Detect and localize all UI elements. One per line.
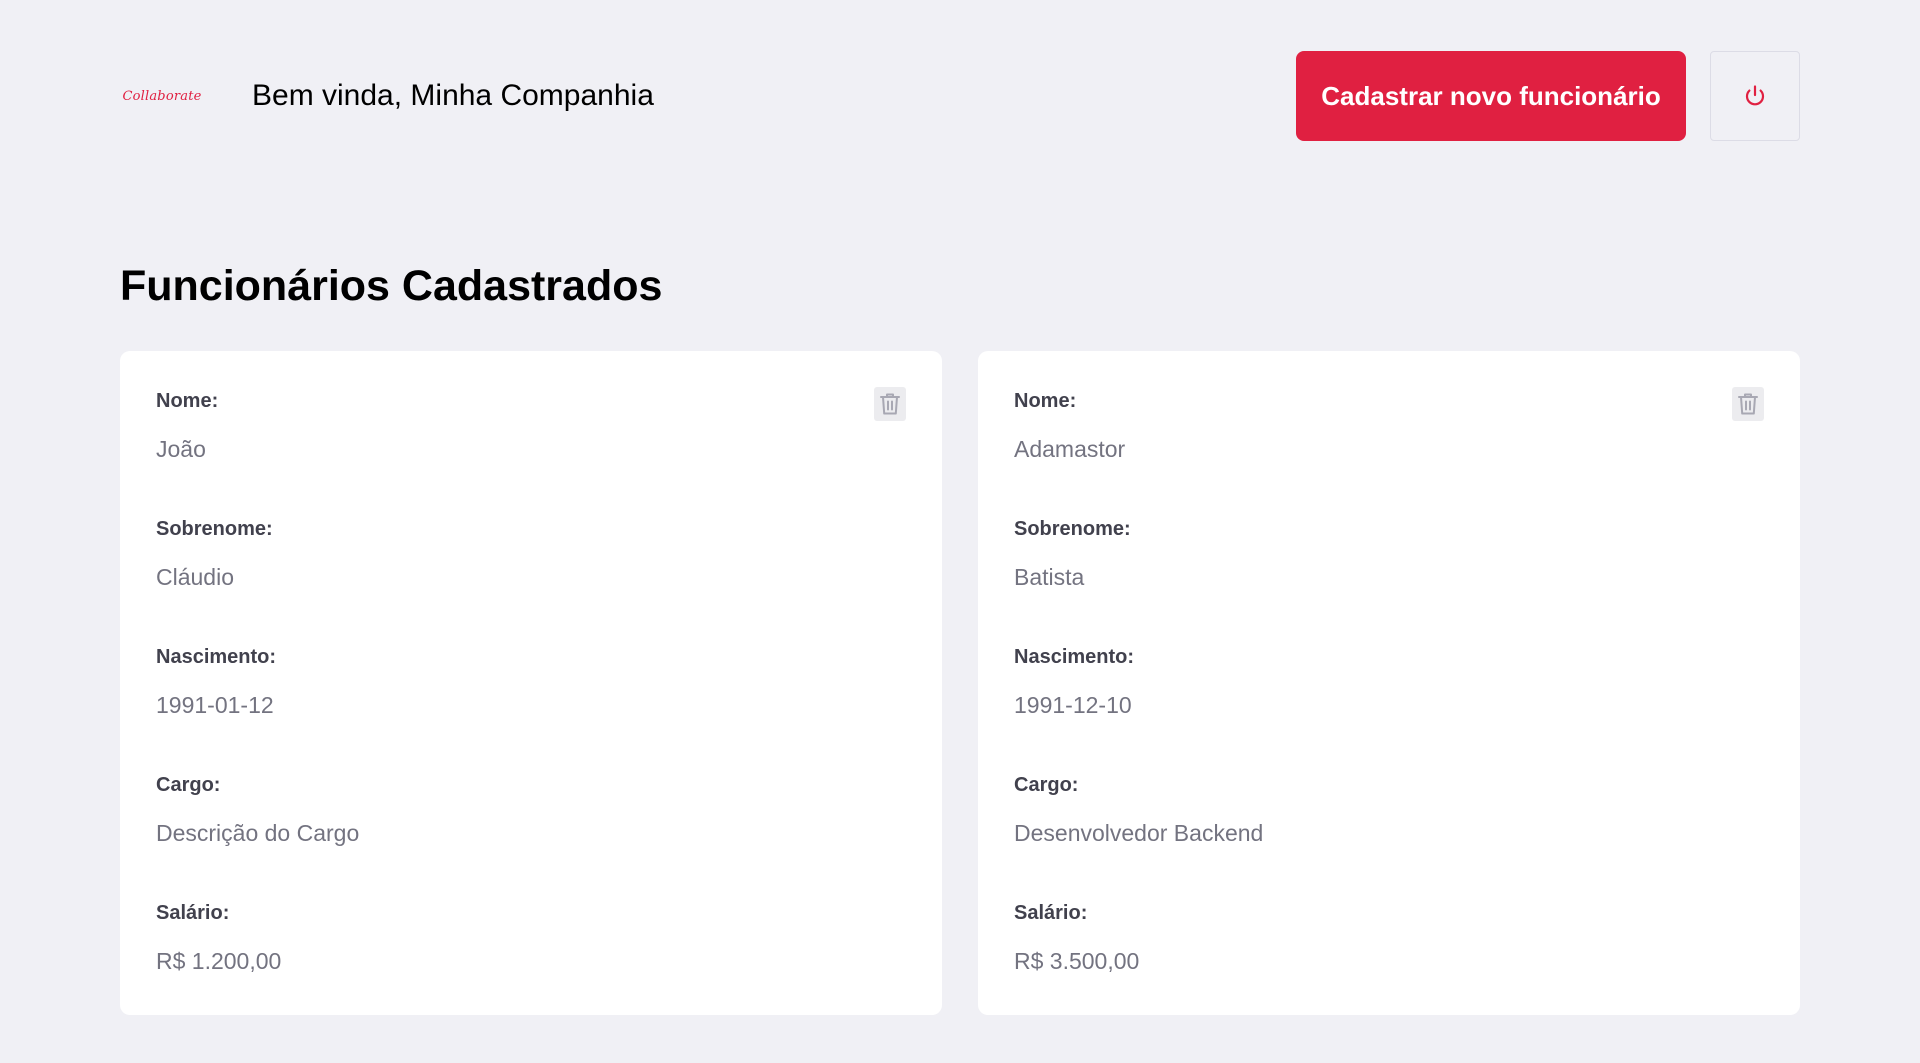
nascimento-value: 1991-12-10: [1014, 692, 1132, 718]
nome-value: Adamastor: [1014, 436, 1126, 462]
logo-text: Collaborate: [122, 88, 202, 104]
page: Collaborate Bem vinda, Minha Companhia C…: [0, 0, 1920, 1063]
welcome-message: Bem vinda, Minha Companhia: [252, 79, 654, 112]
employee-card: Nome: Adamastor Sobrenome: Batista Nasci…: [978, 351, 1800, 1015]
cargo-label: Cargo:: [1014, 774, 1079, 796]
employee-list: Nome: João Sobrenome: Cláudio Nascimento…: [120, 351, 1800, 1015]
page-title: Funcionários Cadastrados: [120, 262, 663, 310]
logo: Collaborate: [120, 76, 204, 116]
header: Collaborate Bem vinda, Minha Companhia C…: [120, 51, 1800, 141]
sobrenome-label: Sobrenome:: [156, 518, 273, 540]
trash-icon: [1738, 393, 1758, 415]
logout-button[interactable]: [1710, 51, 1800, 141]
delete-employee-button[interactable]: [874, 387, 906, 421]
salario-value: R$ 1.200,00: [156, 948, 282, 974]
register-employee-button[interactable]: Cadastrar novo funcionário: [1296, 51, 1686, 141]
trash-icon: [880, 393, 900, 415]
salario-label: Salário:: [1014, 902, 1088, 924]
salario-value: R$ 3.500,00: [1014, 948, 1140, 974]
cargo-value: Descrição do Cargo: [156, 820, 360, 846]
employee-card: Nome: João Sobrenome: Cláudio Nascimento…: [120, 351, 942, 1015]
nascimento-value: 1991-01-12: [156, 692, 274, 718]
cargo-label: Cargo:: [156, 774, 221, 796]
cargo-value: Desenvolvedor Backend: [1014, 820, 1264, 846]
nome-label: Nome:: [156, 390, 219, 412]
sobrenome-value: Cláudio: [156, 564, 234, 590]
nascimento-label: Nascimento:: [1014, 646, 1135, 668]
salario-label: Salário:: [156, 902, 230, 924]
sobrenome-label: Sobrenome:: [1014, 518, 1131, 540]
delete-employee-button[interactable]: [1732, 387, 1764, 421]
nascimento-label: Nascimento:: [156, 646, 277, 668]
sobrenome-value: Batista: [1014, 564, 1085, 590]
power-icon: [1745, 85, 1765, 106]
nome-label: Nome:: [1014, 390, 1077, 412]
nome-value: João: [156, 436, 206, 462]
